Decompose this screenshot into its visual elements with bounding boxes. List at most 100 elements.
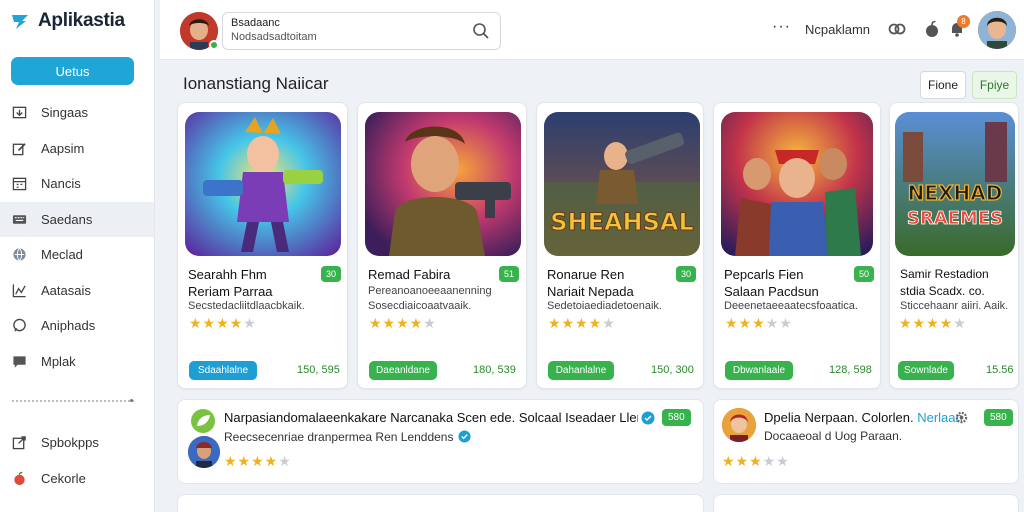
app-card[interactable]: NEXHAD SRAEMES Samir Restadion stdia Sca…: [889, 102, 1019, 389]
search-input[interactable]: Nodsadsadtoitam: [231, 31, 492, 43]
review-title-text: Dpelia Nerpaan. Colorlen.: [764, 410, 914, 425]
sidebar-item-label: Meclad: [41, 247, 83, 263]
calendar-icon: [12, 177, 27, 191]
sidebar-item-9[interactable]: Spbokpps: [0, 425, 154, 461]
app-description: Secstedacliitdlaacbkaik.: [188, 300, 305, 312]
app-thumbnail[interactable]: SHEAHSAL: [544, 112, 700, 256]
star-icon: ★★★★: [224, 453, 279, 469]
app-thumbnail[interactable]: NEXHAD SRAEMES: [895, 112, 1015, 256]
star-empty-icon: ★: [953, 315, 967, 331]
app-title[interactable]: Remad Fabira: [368, 266, 486, 283]
primary-action-button[interactable]: Uetus: [11, 57, 134, 85]
game-art-image: NEXHAD SRAEMES: [895, 112, 1015, 256]
star-empty-icon: ★: [602, 315, 616, 331]
app-description: Sedetoiaediadetoenaik.: [547, 300, 662, 312]
featured-review-card[interactable]: Dpelia Nerpaan. Colorlen. Nerlaan 580 Do…: [713, 399, 1019, 484]
link-icon[interactable]: [887, 19, 907, 39]
search-box[interactable]: Bsadaanc Nodsadsadtoitam: [222, 12, 501, 50]
review-title[interactable]: Narpasiandomalaeenkakare Narcanaka Scen …: [224, 410, 638, 425]
app-logo[interactable]: Aplikastia: [10, 10, 125, 32]
app-window: Aplikastia Uetus Singaas Aapsim Nancis S…: [0, 0, 1024, 512]
avatar-portrait-icon: [188, 436, 220, 468]
score-badge: 580: [662, 409, 691, 426]
sidebar-item-8[interactable]: Mplak: [0, 344, 154, 380]
sidebar-item-2[interactable]: Aapsim: [0, 131, 154, 167]
star-rating: ★★★★★: [722, 453, 790, 470]
search-icon[interactable]: [472, 22, 490, 40]
avatar-portrait-icon: [978, 11, 1016, 49]
settings-icon[interactable]: [955, 411, 968, 424]
globe-icon: [13, 248, 26, 262]
review-title[interactable]: Dpelia Nerpaan. Colorlen. Nerlaan: [764, 410, 963, 425]
app-price: 150, 595: [297, 364, 340, 376]
sidebar-divider-dot: [130, 399, 133, 402]
reviewer-avatar[interactable]: [188, 436, 220, 468]
sidebar-item-6[interactable]: Aatasais: [0, 273, 154, 309]
search-label: Bsadaanc: [231, 17, 280, 29]
sidebar-item-3[interactable]: Nancis: [0, 166, 154, 202]
featured-review-card[interactable]: Narpasiandomalaeenkakare Narcanaka Scen …: [177, 399, 704, 484]
app-card[interactable]: Pepcarls Fien Salaan Pacdsun 50 Deeeneta…: [713, 102, 881, 389]
app-card[interactable]: Remad Fabira 51 Pereanoanoeeaanenning So…: [357, 102, 527, 389]
chat-icon: [13, 319, 26, 332]
more-menu-button[interactable]: ···: [772, 18, 791, 36]
app-title[interactable]: Ronarue Ren Nariait Nepada: [547, 266, 665, 300]
game-art-image: [365, 112, 521, 256]
sidebar-item-7[interactable]: Aniphads: [0, 308, 154, 344]
app-card[interactable]: Searahh Fhm Reriam Parraa 30 Secstedacli…: [177, 102, 348, 389]
app-price: 15.56: [986, 364, 1014, 376]
rating-badge: 51: [499, 266, 520, 282]
download-button[interactable]: Sdaahlalne: [189, 361, 257, 380]
app-thumbnail[interactable]: [185, 112, 341, 256]
star-icon: ★★★★: [548, 315, 603, 331]
app-title[interactable]: Searahh Fhm Reriam Parraa: [188, 266, 306, 300]
app-description: Pereanoanoeeaanenning Sosecdiaicoaatvaai…: [368, 285, 492, 312]
list-item-partial[interactable]: [177, 494, 704, 512]
download-button[interactable]: Daeanldane: [369, 361, 437, 380]
sidebar-item-4[interactable]: Saedans: [0, 201, 154, 237]
filter-button-1[interactable]: Fione: [920, 71, 966, 99]
sidebar-nav: Singaas Aapsim Nancis Saedans Meclad Aat…: [0, 95, 154, 379]
star-rating: ★★★★★: [899, 315, 967, 332]
app-name: Aplikastia: [38, 10, 125, 31]
logo-icon: [12, 15, 28, 29]
star-empty-icon: ★★: [765, 315, 793, 331]
sidebar-item-label: Aniphads: [41, 318, 96, 334]
download-button[interactable]: Sownlade: [898, 361, 954, 380]
sidebar-item-5[interactable]: Meclad: [0, 237, 154, 273]
sidebar-item-10[interactable]: Cekorle: [0, 461, 154, 497]
rating-badge: 50: [854, 266, 875, 282]
notification-count-badge: 8: [957, 15, 970, 28]
game-art-image: SHEAHSAL: [544, 112, 700, 256]
list-item-partial[interactable]: [713, 494, 1019, 512]
sidebar-item-label: Saedans: [41, 211, 93, 227]
rating-badge: 30: [321, 266, 342, 282]
game-art-image: [185, 112, 341, 256]
app-thumbnail[interactable]: [365, 112, 521, 256]
sidebar-item-label: Cekorle: [41, 470, 86, 486]
header-username[interactable]: Ncpaklamn: [805, 22, 870, 37]
reviewer-avatar[interactable]: [722, 408, 756, 442]
app-title[interactable]: Samir Restadion stdia Scadx. co.: [900, 266, 1000, 300]
game-art-image: [721, 112, 873, 256]
app-price: 180, 539: [473, 364, 516, 376]
app-title[interactable]: Pepcarls Fien Salaan Pacdsun: [724, 266, 842, 300]
app-card[interactable]: SHEAHSAL Ronarue Ren Nariait Nepada 30 S…: [536, 102, 704, 389]
star-empty-icon: ★★: [762, 453, 790, 469]
online-status-icon: [209, 40, 219, 50]
keyboard-icon: [12, 215, 27, 224]
app-description: Deeenetaeeaatecsfoaatica.: [724, 300, 858, 312]
leaf-badge-icon: [191, 409, 215, 433]
filter-button-2[interactable]: Fpiye: [972, 71, 1017, 99]
profile-avatar[interactable]: [978, 11, 1016, 49]
app-thumbnail[interactable]: [721, 112, 873, 256]
sidebar-item-1[interactable]: Singaas: [0, 95, 154, 131]
apple-icon[interactable]: [922, 19, 942, 39]
sidebar-divider: [12, 400, 134, 402]
star-rating: ★★★★★: [189, 315, 257, 332]
download-button[interactable]: Dbwanlaale: [725, 361, 793, 380]
review-subtitle: Reecsecenriae dranpermea Ren Lenddens: [224, 430, 454, 444]
star-rating: ★★★★★: [369, 315, 437, 332]
sidebar-item-label: Spbokpps: [41, 435, 99, 451]
download-button[interactable]: Dahanlalne: [548, 361, 614, 380]
